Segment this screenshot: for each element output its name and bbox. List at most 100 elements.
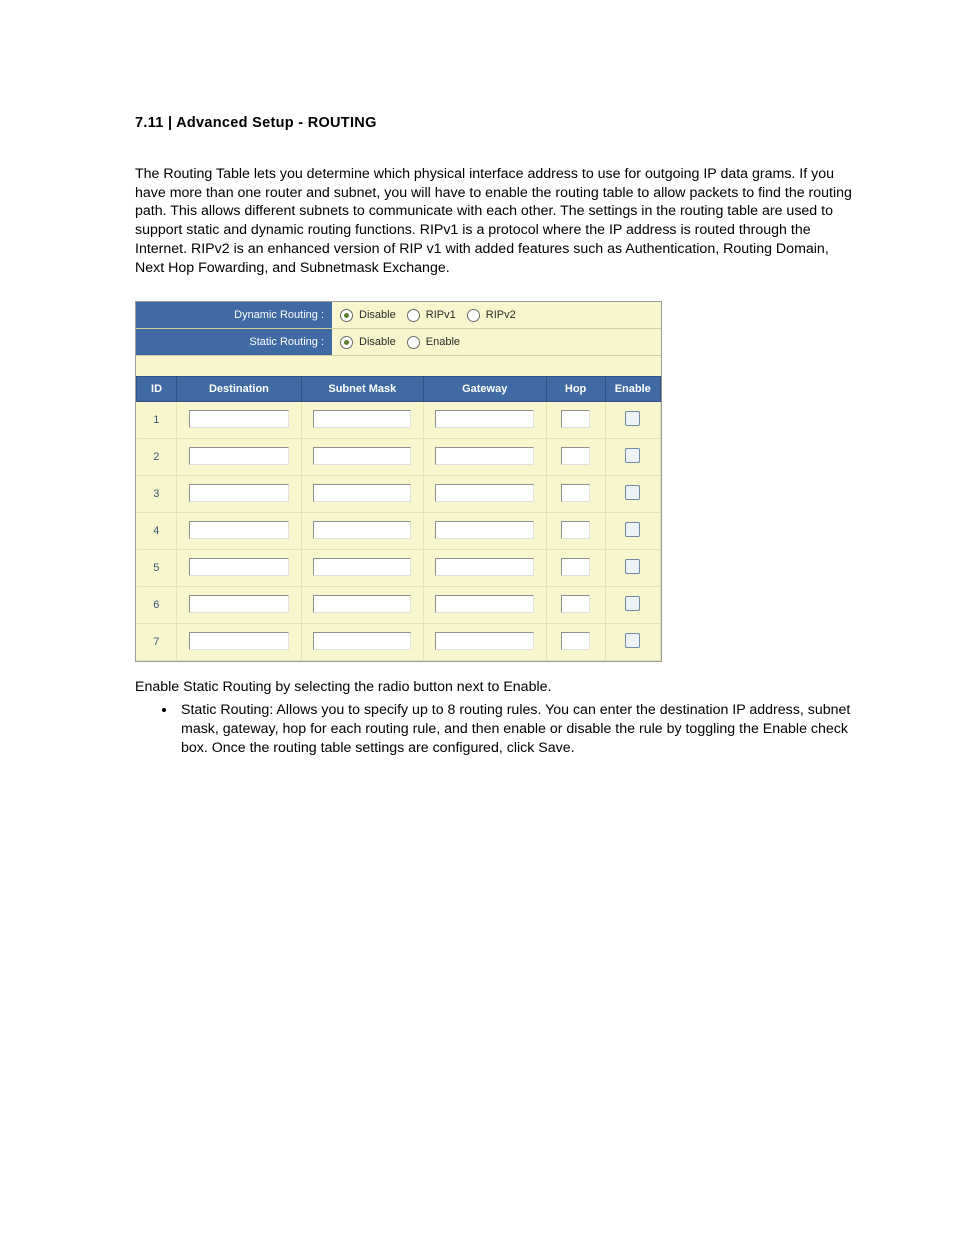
- row-id: 2: [137, 439, 177, 476]
- dynamic-routing-label: Dynamic Routing :: [136, 302, 332, 328]
- row-gw-cell: [423, 587, 546, 624]
- gw-input[interactable]: [435, 521, 534, 539]
- dynamic-ripv2-radio[interactable]: [467, 309, 480, 322]
- mask-input[interactable]: [313, 484, 411, 502]
- static-enable-radio[interactable]: [407, 336, 420, 349]
- gw-input[interactable]: [435, 632, 534, 650]
- enable-checkbox[interactable]: [625, 559, 640, 574]
- table-row: 4: [137, 513, 661, 550]
- hop-input[interactable]: [561, 521, 590, 539]
- row-gw-cell: [423, 439, 546, 476]
- static-enable-label: Enable: [426, 336, 460, 348]
- row-id: 1: [137, 402, 177, 439]
- hop-input[interactable]: [561, 447, 590, 465]
- row-id: 7: [137, 624, 177, 661]
- dest-input[interactable]: [189, 447, 289, 465]
- col-hop-header: Hop: [546, 377, 605, 402]
- hop-input[interactable]: [561, 595, 590, 613]
- gw-input[interactable]: [435, 410, 534, 428]
- static-routing-row: Static Routing : Disable Enable: [136, 329, 661, 356]
- routing-panel: Dynamic Routing : Disable RIPv1 RIPv2 St…: [135, 301, 662, 662]
- table-row: 2: [137, 439, 661, 476]
- dynamic-ripv1-radio[interactable]: [407, 309, 420, 322]
- row-enable-cell: [605, 624, 661, 661]
- row-mask-cell: [301, 624, 423, 661]
- col-enable-header: Enable: [605, 377, 661, 402]
- gw-input[interactable]: [435, 447, 534, 465]
- dynamic-ripv1-label: RIPv1: [426, 309, 456, 321]
- static-routing-options: Disable Enable: [332, 329, 661, 355]
- row-gw-cell: [423, 513, 546, 550]
- row-hop-cell: [546, 587, 605, 624]
- row-gw-cell: [423, 624, 546, 661]
- mask-input[interactable]: [313, 410, 411, 428]
- hop-input[interactable]: [561, 632, 590, 650]
- hop-input[interactable]: [561, 410, 590, 428]
- mask-input[interactable]: [313, 521, 411, 539]
- col-mask-header: Subnet Mask: [301, 377, 423, 402]
- row-id: 6: [137, 587, 177, 624]
- row-dest-cell: [177, 550, 302, 587]
- enable-checkbox[interactable]: [625, 633, 640, 648]
- col-dest-header: Destination: [177, 377, 302, 402]
- row-enable-cell: [605, 402, 661, 439]
- section-heading: 7.11 | Advanced Setup - ROUTING: [135, 115, 859, 131]
- enable-checkbox[interactable]: [625, 485, 640, 500]
- row-hop-cell: [546, 513, 605, 550]
- row-gw-cell: [423, 476, 546, 513]
- gw-input[interactable]: [435, 558, 534, 576]
- table-row: 7: [137, 624, 661, 661]
- row-hop-cell: [546, 550, 605, 587]
- row-enable-cell: [605, 550, 661, 587]
- enable-checkbox[interactable]: [625, 596, 640, 611]
- static-disable-radio[interactable]: [340, 336, 353, 349]
- row-hop-cell: [546, 402, 605, 439]
- mask-input[interactable]: [313, 447, 411, 465]
- row-id: 5: [137, 550, 177, 587]
- gw-input[interactable]: [435, 595, 534, 613]
- table-row: 6: [137, 587, 661, 624]
- mask-input[interactable]: [313, 558, 411, 576]
- row-hop-cell: [546, 476, 605, 513]
- dest-input[interactable]: [189, 484, 289, 502]
- dynamic-disable-radio[interactable]: [340, 309, 353, 322]
- gw-input[interactable]: [435, 484, 534, 502]
- table-row: 5: [137, 550, 661, 587]
- enable-checkbox[interactable]: [625, 448, 640, 463]
- row-dest-cell: [177, 476, 302, 513]
- dest-input[interactable]: [189, 410, 289, 428]
- row-dest-cell: [177, 402, 302, 439]
- dynamic-disable-label: Disable: [359, 309, 396, 321]
- dynamic-routing-options: Disable RIPv1 RIPv2: [332, 302, 661, 328]
- dest-input[interactable]: [189, 595, 289, 613]
- dest-input[interactable]: [189, 521, 289, 539]
- row-dest-cell: [177, 439, 302, 476]
- routing-table: ID Destination Subnet Mask Gateway Hop E…: [136, 376, 661, 661]
- dest-input[interactable]: [189, 632, 289, 650]
- enable-checkbox[interactable]: [625, 411, 640, 426]
- hop-input[interactable]: [561, 558, 590, 576]
- dynamic-ripv2-label: RIPv2: [486, 309, 516, 321]
- row-id: 4: [137, 513, 177, 550]
- row-enable-cell: [605, 587, 661, 624]
- hop-input[interactable]: [561, 484, 590, 502]
- row-mask-cell: [301, 402, 423, 439]
- row-hop-cell: [546, 624, 605, 661]
- static-routing-bullet: Static Routing: Allows you to specify up…: [177, 701, 859, 757]
- row-id: 3: [137, 476, 177, 513]
- panel-spacer: [136, 356, 661, 376]
- mask-input[interactable]: [313, 632, 411, 650]
- row-mask-cell: [301, 439, 423, 476]
- row-dest-cell: [177, 587, 302, 624]
- table-row: 3: [137, 476, 661, 513]
- mask-input[interactable]: [313, 595, 411, 613]
- row-dest-cell: [177, 624, 302, 661]
- enable-checkbox[interactable]: [625, 522, 640, 537]
- row-mask-cell: [301, 587, 423, 624]
- dest-input[interactable]: [189, 558, 289, 576]
- row-gw-cell: [423, 550, 546, 587]
- row-enable-cell: [605, 513, 661, 550]
- row-mask-cell: [301, 550, 423, 587]
- row-dest-cell: [177, 513, 302, 550]
- row-enable-cell: [605, 439, 661, 476]
